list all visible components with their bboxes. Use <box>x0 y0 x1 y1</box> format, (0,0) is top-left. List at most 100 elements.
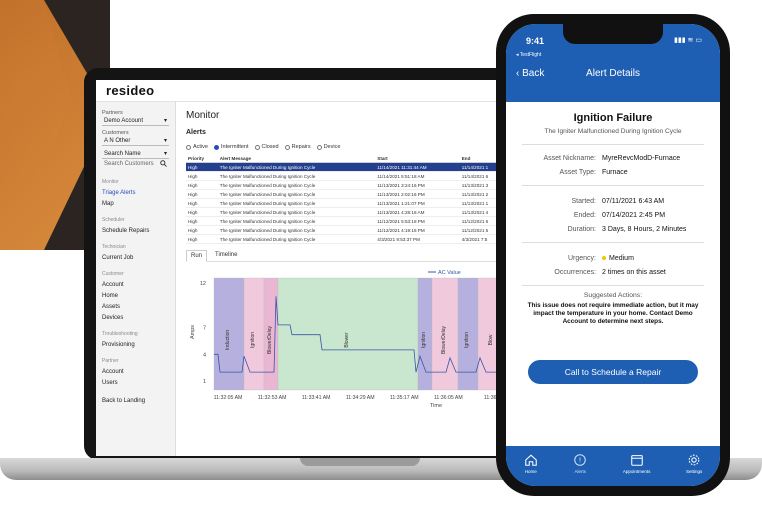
table-cell: The Igniter Malfunctioned During Ignitio… <box>217 162 376 172</box>
tab-home[interactable]: Home <box>524 453 538 474</box>
column-header[interactable]: Start <box>375 154 460 163</box>
ac-value-chart: Induction Ignition BlowerDelay Blower Igniti… <box>186 262 507 412</box>
table-row[interactable]: High The Igniter Malfunctioned During Ign… <box>186 225 508 235</box>
tab-alerts-label: Alerts <box>574 468 587 474</box>
table-cell: High <box>186 171 218 181</box>
filter-label: Closed <box>261 144 279 150</box>
phase-label: Ignition <box>250 332 256 348</box>
table-row[interactable]: High The Igniter Malfunctioned During Ign… <box>186 171 508 181</box>
filter-label: Active <box>193 144 208 150</box>
testflight-link[interactable]: ◂ TestFlight <box>516 52 541 58</box>
sidebar-item-schedule-repairs[interactable]: Schedule Repairs <box>102 228 169 234</box>
duration-label: Duration: <box>567 226 596 233</box>
radio-dot-icon <box>213 144 219 150</box>
divider <box>522 285 704 286</box>
table-cell: High <box>186 207 218 217</box>
sidebar-item-current-job[interactable]: Current Job <box>102 255 169 261</box>
chevron-down-icon: ▾ <box>163 118 167 124</box>
suggested-actions-text: This issue does not require immediate ac… <box>527 302 699 325</box>
filter-radio-intermittent[interactable]: Intermittent <box>213 144 249 150</box>
table-row[interactable]: High The Igniter Malfunctioned During Ign… <box>186 207 508 217</box>
sidebar-item-home[interactable]: Home <box>102 293 169 299</box>
radio-dot-icon <box>316 144 322 150</box>
urgency-label: Urgency: <box>567 255 596 262</box>
partners-value: Demo Account <box>104 117 144 124</box>
gear-icon <box>688 454 700 465</box>
suggested-actions-title: Suggested Actions: <box>583 292 643 299</box>
legend-label: AC Value <box>438 270 461 276</box>
phase-label: Blower <box>344 332 350 348</box>
table-cell: 11/14/2021 11:31:44 AM <box>375 162 460 172</box>
laptop-notch <box>300 458 420 466</box>
y-tick-label: 4 <box>203 352 206 358</box>
partners-select[interactable]: Demo Account ▾ <box>102 116 169 126</box>
ended-label: Ended: <box>573 212 596 219</box>
phone-notch <box>563 24 663 44</box>
sidebar-item-assets[interactable]: Assets <box>102 304 169 310</box>
x-tick-label: 11:32:53 AM <box>258 395 287 401</box>
sidebar-item-partner-account[interactable]: Account <box>102 369 169 375</box>
table-cell: 11/12/2021 4:19:16 PM <box>375 225 460 235</box>
call-to-schedule-repair-button[interactable]: Call to Schedule a Repair <box>528 360 698 384</box>
alerts-table: Priority Alert Message Start End High The Ig… <box>186 154 508 244</box>
chart-svg: Induction Ignition BlowerDelay Blower Igniti… <box>190 270 507 409</box>
section-customer: Customer <box>102 271 124 277</box>
phase-label: BlowerDelay <box>441 325 447 354</box>
sidebar-item-devices[interactable]: Devices <box>102 315 169 321</box>
x-tick-label: 11:35:17 AM <box>390 395 419 401</box>
occurrences-row: Occurrences: 2 times on this asset <box>522 269 704 276</box>
table-row[interactable]: High The Igniter Malfunctioned During Ign… <box>186 189 508 199</box>
svg-text:!: ! <box>579 456 582 464</box>
phase-label: Ignition <box>421 332 427 348</box>
urgency-row: Urgency: Medium <box>522 255 704 262</box>
filter-radio-active[interactable]: Active <box>186 144 208 150</box>
table-row[interactable]: High The Igniter Malfunctioned During Ign… <box>186 234 508 244</box>
signal-icon: ▮▮▮ <box>674 37 686 44</box>
alerts-heading: Alerts <box>186 129 206 136</box>
table-cell: High <box>186 198 218 208</box>
column-header[interactable]: Alert Message <box>217 154 376 163</box>
sidebar-item-triage-alerts[interactable]: Triage Alerts <box>102 190 169 196</box>
search-input[interactable]: Search Customers <box>102 159 169 169</box>
sidebar-item-map[interactable]: Map <box>102 201 169 207</box>
section-technician: Technician <box>102 244 126 250</box>
filter-radio-closed[interactable]: Closed <box>254 144 279 150</box>
tab-timeline[interactable]: Timeline <box>211 250 241 261</box>
chevron-down-icon: ▾ <box>163 151 167 157</box>
filter-radio-repairs[interactable]: Repairs <box>284 144 311 150</box>
back-to-landing-link[interactable]: Back to Landing <box>102 398 169 404</box>
asset-nickname-row: Asset Nickname: MyreRevcModD-Furnace <box>522 155 704 162</box>
column-header[interactable]: Priority <box>186 154 218 163</box>
status-icons: ▮▮▮ ≋ ▭ <box>674 36 702 44</box>
tab-home-label: Home <box>524 468 537 474</box>
table-row[interactable]: High The Igniter Malfunctioned During Ign… <box>186 198 508 208</box>
table-cell: 11/14/2021 5:51:18 AM <box>375 171 460 181</box>
started-row: Started: 07/11/2021 6:43 AM <box>522 198 704 205</box>
main-panel: Monitor Alerts Active Intermittent Closed R… <box>182 102 512 456</box>
tab-settings[interactable]: Settings <box>686 453 702 474</box>
tab-appointments[interactable]: Appointments <box>623 453 650 474</box>
sidebar-item-account[interactable]: Account <box>102 282 169 288</box>
phase-label: BlowerDelay <box>267 325 273 354</box>
search-by-select[interactable]: Search Name ▾ <box>102 149 169 159</box>
tab-alerts[interactable]: ! Alerts <box>573 453 587 474</box>
table-row[interactable]: High The Igniter Malfunctioned During Ign… <box>186 216 508 226</box>
filter-radio-device[interactable]: Device <box>316 144 340 150</box>
tab-run[interactable]: Run <box>186 250 208 262</box>
x-tick-label: 11:33:41 AM <box>302 395 331 401</box>
table-row[interactable]: High The Igniter Malfunctioned During Ign… <box>186 162 508 172</box>
phone-screen: 9:41 ▮▮▮ ≋ ▭ ◂ TestFlight ‹ Back Alert D… <box>506 24 720 486</box>
radio-dot-icon <box>254 144 260 150</box>
asset-nickname-label: Asset Nickname: <box>543 155 596 162</box>
table-cell: High <box>186 162 218 172</box>
customers-select[interactable]: A N Other ▾ <box>102 136 169 146</box>
table-cell: High <box>186 216 218 226</box>
table-row[interactable]: High The Igniter Malfunctioned During Ign… <box>186 180 508 190</box>
y-tick-label: 12 <box>200 281 206 287</box>
brand-logo: resideo <box>106 83 155 98</box>
table-cell: High <box>186 234 218 244</box>
sidebar-item-users[interactable]: Users <box>102 380 169 386</box>
search-icon[interactable] <box>160 159 167 169</box>
x-tick-label: 11:34:29 AM <box>346 395 375 401</box>
sidebar-item-provisioning[interactable]: Provisioning <box>102 342 169 348</box>
